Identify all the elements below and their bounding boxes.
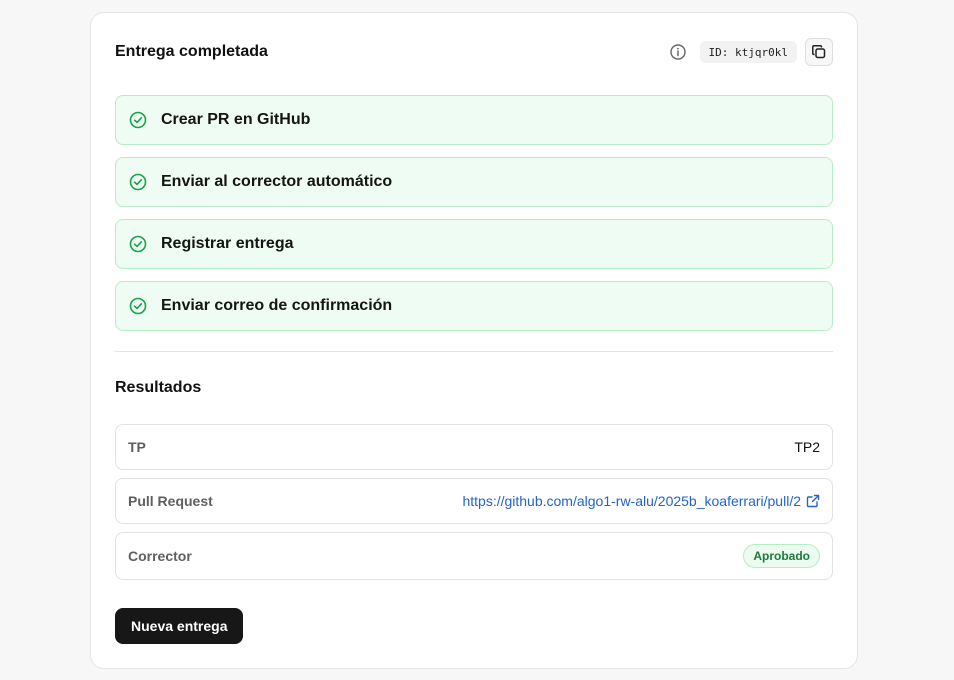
check-circle-icon: [129, 173, 147, 191]
result-value: TP2: [794, 439, 820, 455]
check-circle-icon: [129, 235, 147, 253]
card-header: Entrega completada ID: ktjqr0kl: [115, 38, 833, 66]
step-item: Crear PR en GitHub: [115, 95, 833, 145]
copy-id-button[interactable]: [805, 38, 833, 66]
status-badge: Aprobado: [743, 544, 820, 568]
result-label: TP: [128, 439, 146, 455]
check-circle-icon: [129, 297, 147, 315]
pull-request-url: https://github.com/algo1-rw-alu/2025b_ko…: [462, 493, 801, 509]
step-label: Crear PR en GitHub: [161, 111, 311, 128]
step-item: Registrar entrega: [115, 219, 833, 269]
submission-id: ID: ktjqr0kl: [699, 41, 797, 63]
result-row-pull-request: Pull Request https://github.com/algo1-rw…: [115, 478, 833, 524]
result-row-corrector: Corrector Aprobado: [115, 532, 833, 580]
page-title: Entrega completada: [115, 43, 268, 60]
results-heading: Resultados: [115, 379, 202, 396]
steps-list: Crear PR en GitHub Enviar al corrector a…: [115, 95, 833, 343]
header-actions: ID: ktjqr0kl: [669, 38, 833, 66]
step-item: Enviar correo de confirmación: [115, 281, 833, 331]
step-label: Registrar entrega: [161, 235, 294, 252]
step-label: Enviar correo de confirmación: [161, 297, 393, 314]
submission-card: Entrega completada ID: ktjqr0kl Crear PR…: [90, 12, 858, 669]
check-circle-icon: [129, 111, 147, 129]
result-label: Corrector: [128, 548, 192, 564]
external-link-icon: [806, 494, 820, 508]
results-list: TP TP2 Pull Request https://github.com/a…: [115, 424, 833, 588]
copy-icon: [811, 44, 827, 60]
step-label: Enviar al corrector automático: [161, 173, 393, 190]
new-submission-button[interactable]: Nueva entrega: [115, 608, 244, 644]
step-item: Enviar al corrector automático: [115, 157, 833, 207]
pull-request-link[interactable]: https://github.com/algo1-rw-alu/2025b_ko…: [462, 493, 820, 509]
result-row-tp: TP TP2: [115, 424, 833, 470]
result-label: Pull Request: [128, 493, 213, 509]
info-circle-icon[interactable]: [669, 43, 687, 61]
divider: [115, 351, 833, 352]
